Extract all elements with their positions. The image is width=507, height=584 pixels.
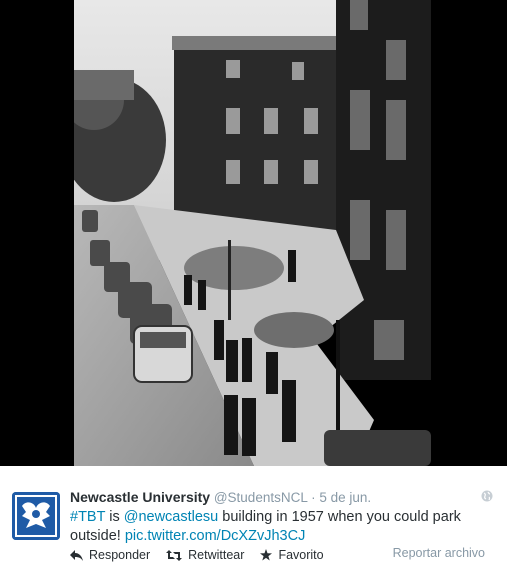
star-icon [260,549,273,561]
hashtag-link[interactable]: #TBT [70,509,105,525]
report-media-link[interactable]: Reportar archivo [393,546,485,560]
mention-link[interactable]: @newcastlesu [124,509,219,525]
photo-container[interactable] [0,0,507,466]
retweet-label: Retwittear [188,548,245,562]
tweet-actions: Responder Retwittear Favorito [70,548,340,562]
reply-label: Responder [89,548,151,562]
retweet-button[interactable]: Retwittear [166,548,244,562]
avatar[interactable] [12,492,60,540]
tweet-text: #TBT is @newcastlesu building in 1957 wh… [70,508,490,546]
globe-icon [481,490,493,502]
university-crest-icon [12,492,60,540]
timestamp[interactable]: 5 de jun. [319,490,371,505]
favorite-button[interactable]: Favorito [260,548,324,562]
separator-dot: · [311,490,316,505]
campus-photo[interactable] [74,0,431,466]
favorite-label: Favorito [278,548,324,562]
tweet-card: Newcastle University @StudentsNCL · 5 de… [0,466,507,584]
tweet-text-part: is [105,509,124,525]
pic-link[interactable]: pic.twitter.com/DcXZvJh3CJ [125,528,306,544]
retweet-icon [166,549,183,561]
reply-icon [70,549,83,561]
reply-button[interactable]: Responder [70,548,150,562]
user-handle[interactable]: @StudentsNCL [214,490,308,505]
display-name[interactable]: Newcastle University [70,489,210,505]
tweet-header: Newcastle University @StudentsNCL · 5 de… [70,489,371,505]
